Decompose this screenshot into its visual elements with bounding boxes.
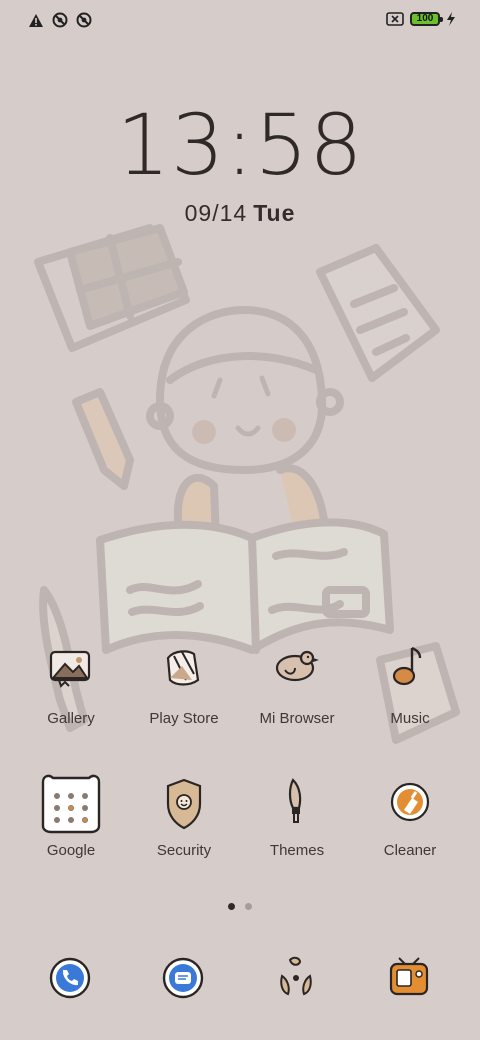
- browser-bird-icon: [275, 650, 319, 682]
- app-gallery[interactable]: Gallery: [14, 640, 128, 727]
- warning-icon: [29, 13, 43, 27]
- cleaner-icon: [390, 782, 430, 822]
- page-indicator[interactable]: [0, 897, 480, 915]
- app-google-folder[interactable]: Google: [14, 772, 128, 859]
- date-text: 09/14: [184, 200, 248, 226]
- themes-brush-icon: [288, 778, 302, 823]
- status-left-icons: [28, 12, 92, 28]
- app-play-store[interactable]: Play Store: [127, 640, 241, 727]
- app-cleaner[interactable]: Cleaner: [353, 772, 467, 859]
- app-label: Google: [46, 842, 96, 859]
- gallery-icon: [49, 650, 91, 688]
- app-label: Play Store: [149, 710, 219, 727]
- music-note-icon: [392, 646, 422, 686]
- page-dot-active: [228, 903, 235, 910]
- battery-indicator: 100: [410, 12, 443, 26]
- status-right-icons: 100: [386, 12, 456, 26]
- charging-bolt-icon: [447, 12, 455, 26]
- blocked-circle-icon: [52, 12, 68, 28]
- app-label: Gallery: [47, 710, 95, 727]
- day-text: Tue: [253, 200, 296, 226]
- app-music[interactable]: Music: [353, 640, 467, 727]
- security-shield-icon: [166, 778, 202, 830]
- app-label: Mi Browser: [259, 710, 335, 727]
- app-security[interactable]: Security: [127, 772, 241, 859]
- dock: [0, 948, 480, 1008]
- battery-level: 100: [416, 13, 434, 24]
- page-dot: [245, 903, 252, 910]
- app-mi-browser[interactable]: Mi Browser: [240, 640, 354, 727]
- play-store-icon: [166, 650, 200, 686]
- camera-icon[interactable]: [266, 948, 326, 1008]
- clock-time[interactable]: 13:58: [0, 96, 480, 194]
- sim-off-icon: [386, 12, 404, 26]
- clock-date[interactable]: 09/14 Tue: [0, 200, 480, 227]
- google-folder-icon: [41, 774, 101, 834]
- app-label: Cleaner: [383, 842, 437, 859]
- app-label: Security: [156, 842, 212, 859]
- app-themes[interactable]: Themes: [240, 772, 354, 859]
- phone-icon[interactable]: [40, 948, 100, 1008]
- messages-icon[interactable]: [153, 948, 213, 1008]
- file-manager-icon[interactable]: [379, 948, 439, 1008]
- blocked-circle-icon: [76, 12, 92, 28]
- app-label: Themes: [269, 842, 325, 859]
- app-label: Music: [390, 710, 430, 727]
- status-bar: 100: [0, 0, 480, 44]
